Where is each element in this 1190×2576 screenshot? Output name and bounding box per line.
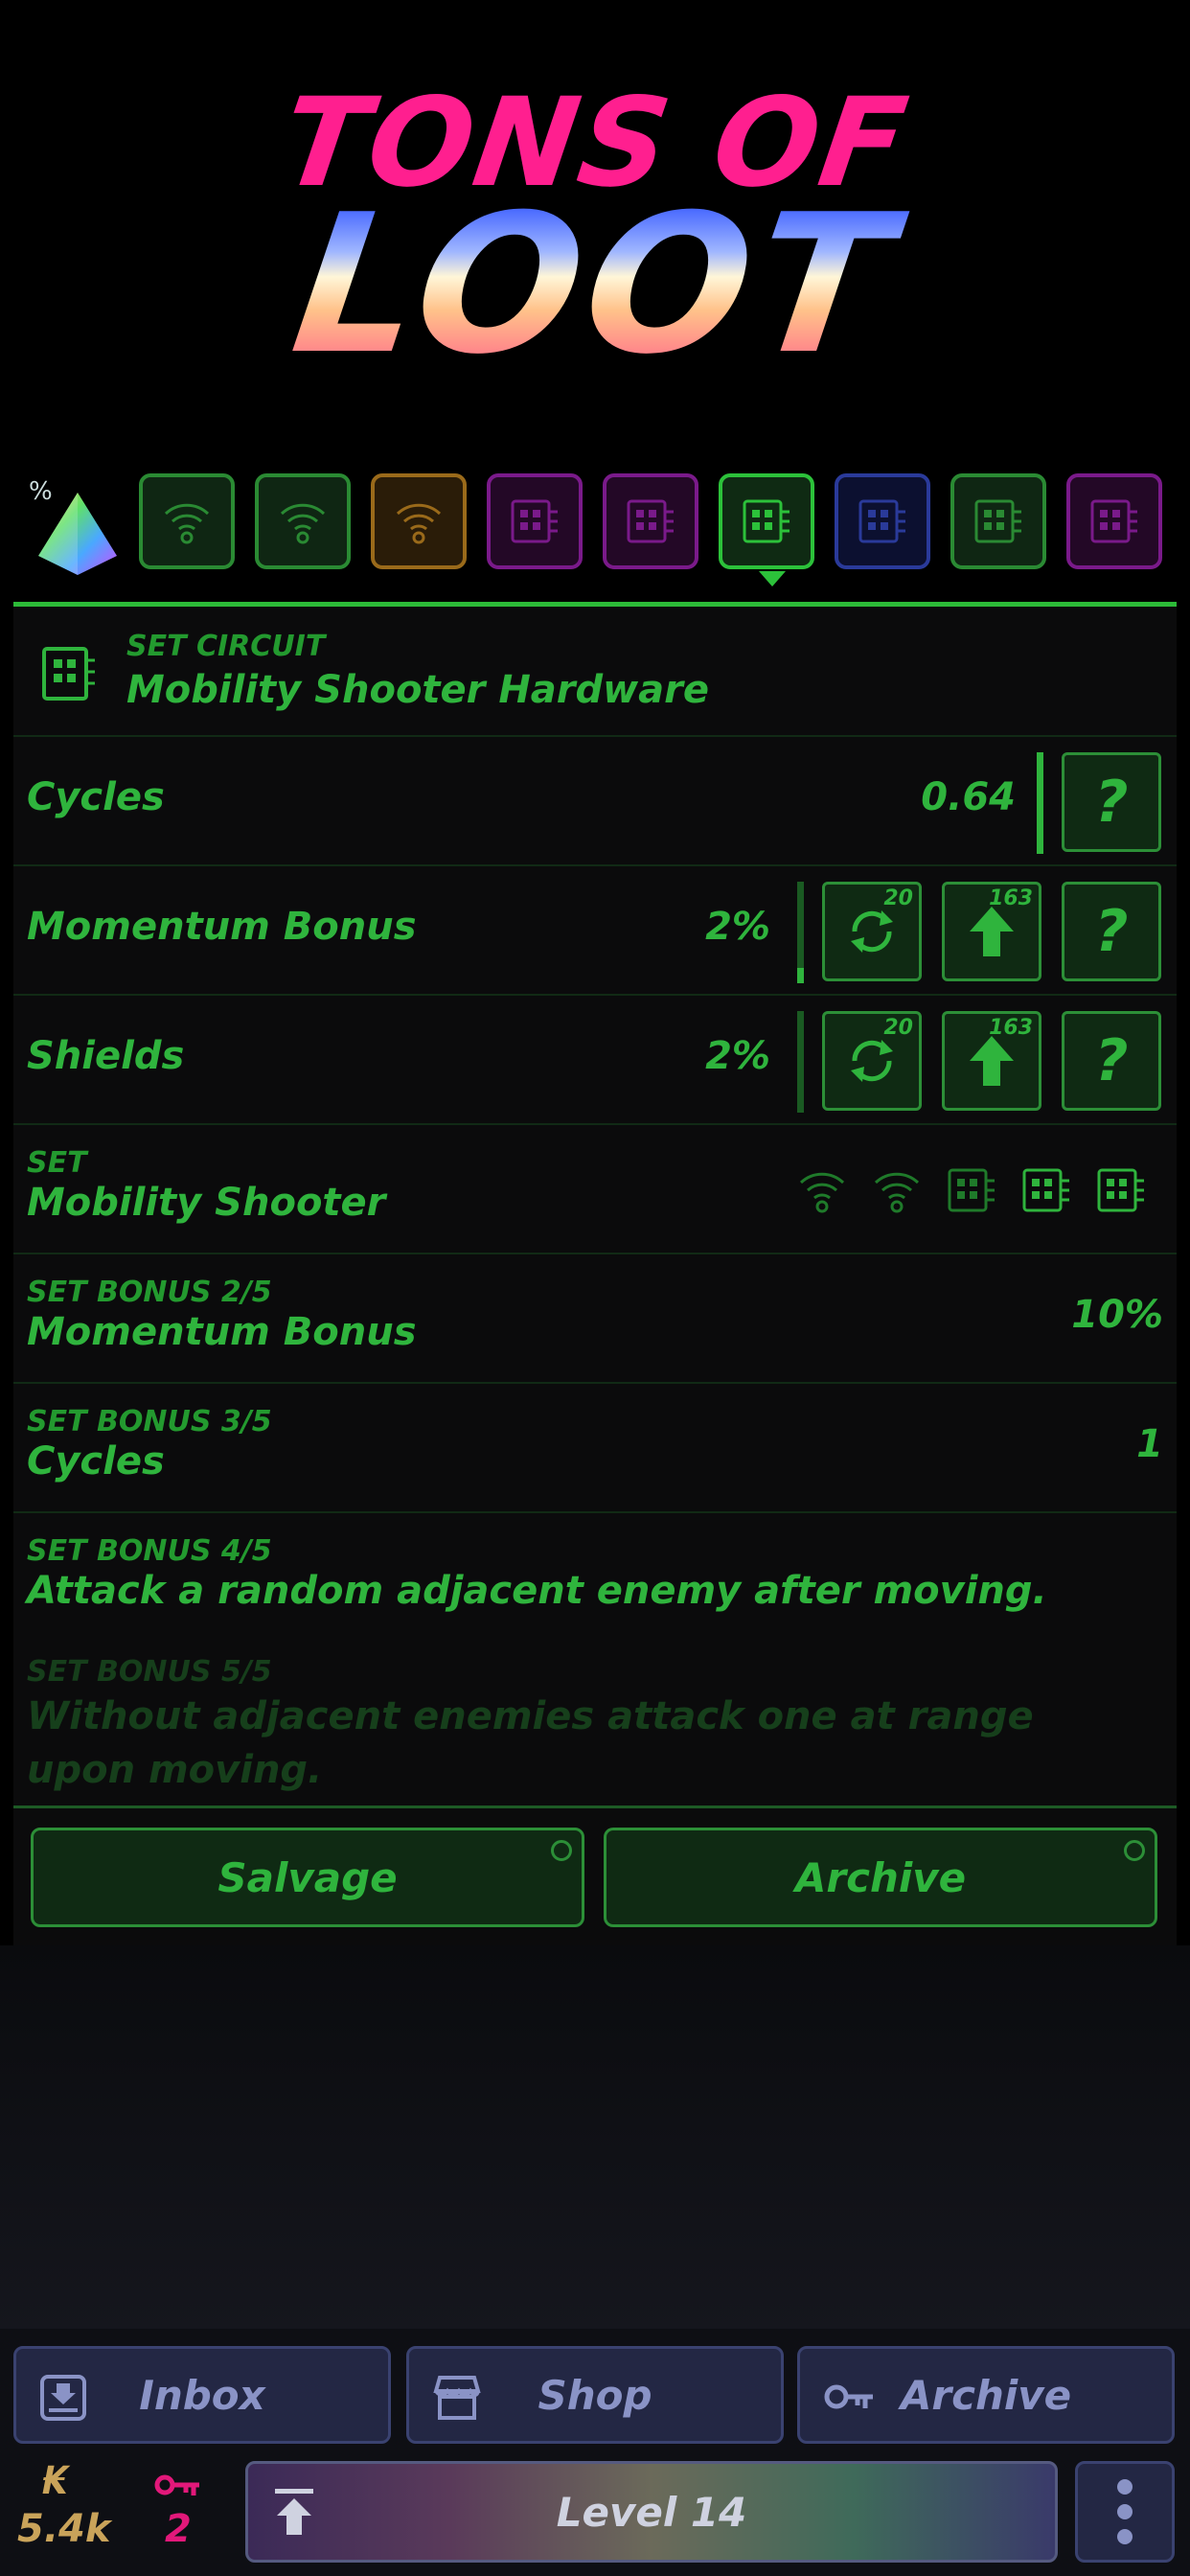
bonus-text: Attack a random adjacent enemy after mov…	[27, 1569, 1047, 1613]
chip-icon	[42, 647, 95, 701]
stat-row-momentum: Momentum Bonus 2% 20 163 ?	[13, 866, 1177, 996]
key-icon	[154, 2474, 199, 2496]
level-progress-bar[interactable]: Level 14	[245, 2461, 1058, 2563]
help-button[interactable]: ?	[1062, 752, 1161, 852]
chip-icon	[1090, 499, 1137, 543]
item-slot[interactable]	[719, 473, 814, 586]
bonus-tag: SET BONUS 5/5	[27, 1655, 272, 1689]
level-label: Level 14	[556, 2488, 747, 2536]
reroll-icon	[851, 1040, 893, 1082]
menu-dot	[1117, 2479, 1133, 2495]
menu-dot	[1117, 2529, 1133, 2544]
help-button[interactable]: ?	[1062, 882, 1161, 981]
set-bonus-row: SET BONUS 2/5 Momentum Bonus 10%	[13, 1254, 1177, 1384]
reroll-icon	[851, 910, 893, 953]
wifi-icon	[799, 1172, 845, 1213]
archive-button[interactable]: Archive	[604, 1828, 1157, 1927]
keys-count: 2	[165, 2507, 192, 2551]
item-slots-bar: %	[0, 470, 1190, 586]
item-header: SET CIRCUIT Mobility Shooter Hardware	[13, 609, 1177, 737]
bonus-tag: SET BONUS 3/5	[27, 1405, 272, 1438]
stat-label: Shields	[27, 1034, 185, 1078]
set-name: Mobility Shooter	[27, 1181, 386, 1225]
empty-area	[0, 1945, 1190, 2329]
stat-bar	[797, 1011, 804, 1113]
item-slot[interactable]	[950, 473, 1046, 569]
stat-value: 0.64	[921, 775, 1016, 819]
bonus-tag: SET BONUS 2/5	[27, 1276, 272, 1309]
wifi-icon	[164, 503, 210, 544]
arrow-up-icon	[970, 1036, 1014, 1086]
set-row: SET Mobility Shooter	[13, 1125, 1177, 1254]
currency-amount: 5.4k	[17, 2507, 111, 2551]
reroll-button[interactable]: 20	[822, 882, 922, 981]
wifi-icon	[280, 503, 326, 544]
chip-icon	[743, 499, 790, 543]
bonus-text: Cycles	[27, 1439, 165, 1484]
chip-icon	[511, 499, 558, 543]
stat-bar	[797, 882, 804, 983]
inbox-button[interactable]: Inbox	[13, 2346, 391, 2444]
logo-line-2: LOOT	[0, 173, 1190, 397]
help-button[interactable]: ?	[1062, 1011, 1161, 1111]
stat-label: Momentum Bonus	[27, 905, 417, 949]
chip-icon	[858, 499, 905, 543]
more-menu-button[interactable]	[1075, 2461, 1175, 2563]
chip-icon	[627, 499, 674, 543]
prism-icon[interactable]	[36, 489, 119, 581]
item-slot[interactable]	[487, 473, 583, 569]
menu-dot	[1117, 2504, 1133, 2519]
item-name: Mobility Shooter Hardware	[126, 668, 709, 712]
chip-icon	[1022, 1168, 1069, 1212]
item-slot[interactable]	[1066, 473, 1162, 569]
stat-row-shields: Shields 2% 20 163 ?	[13, 996, 1177, 1125]
set-bonus-row: SET BONUS 3/5 Cycles 1	[13, 1384, 1177, 1513]
set-pieces	[797, 1167, 1146, 1213]
bonus-value: 1	[1136, 1422, 1163, 1466]
wifi-icon	[396, 503, 442, 544]
item-slot[interactable]	[835, 473, 930, 569]
level-up-icon	[275, 2489, 313, 2535]
chip-icon	[948, 1168, 995, 1212]
shop-button[interactable]: Shop	[406, 2346, 784, 2444]
stat-row-cycles: Cycles 0.64 ?	[13, 737, 1177, 866]
stat-value: 2%	[705, 1034, 770, 1078]
bonus-value: 10%	[1071, 1293, 1163, 1337]
currency-icon: ₭	[42, 2459, 69, 2503]
upgrade-button[interactable]: 163	[942, 882, 1041, 981]
item-slot[interactable]	[603, 473, 698, 569]
item-slot[interactable]	[255, 473, 351, 569]
stat-label: Cycles	[27, 775, 165, 819]
upgrade-button[interactable]: 163	[942, 1011, 1041, 1111]
stat-bar	[1037, 752, 1043, 854]
arrow-up-icon	[970, 907, 1014, 956]
item-slot[interactable]	[139, 473, 235, 569]
chip-icon	[1097, 1168, 1144, 1212]
set-tag: SET	[27, 1146, 87, 1180]
set-bonus-row: SET BONUS 4/5 Attack a random adjacent e…	[13, 1513, 1177, 1636]
game-logo: TONS OF LOOT	[0, 72, 1190, 397]
bonus-text: Without adjacent enemies attack one at r…	[27, 1694, 1034, 1792]
archive-nav-button[interactable]: Archive	[797, 2346, 1175, 2444]
reroll-button[interactable]: 20	[822, 1011, 922, 1111]
wifi-icon	[874, 1172, 920, 1213]
bonus-text: Momentum Bonus	[27, 1310, 417, 1354]
stat-value: 2%	[705, 905, 770, 949]
item-type: SET CIRCUIT	[126, 630, 326, 663]
salvage-button[interactable]: Salvage	[31, 1828, 584, 1927]
bonus-tag: SET BONUS 4/5	[27, 1534, 272, 1568]
set-bonus-row-inactive: SET BONUS 5/5 Without adjacent enemies a…	[13, 1636, 1177, 1808]
item-slot[interactable]	[371, 473, 467, 569]
chip-icon	[974, 499, 1021, 543]
